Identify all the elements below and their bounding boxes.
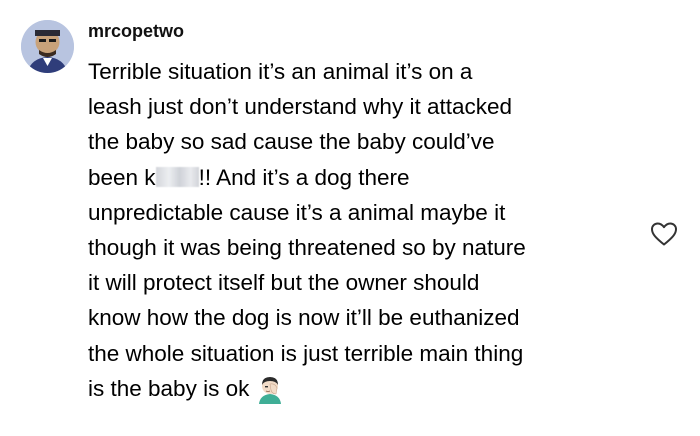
- comment-line: unpredictable cause it’s a animal maybe …: [88, 199, 506, 225]
- comment-line: the whole situation is just terrible mai…: [88, 340, 524, 366]
- comment-text-segment: is the baby is ok: [88, 375, 250, 401]
- avatar-image: [21, 20, 74, 73]
- comment-text-segment: been k: [88, 164, 156, 190]
- comment-text-segment: !! And it’s a dog there: [198, 164, 410, 190]
- comment-line: though it was being threatened so by nat…: [88, 235, 526, 261]
- comment-line: Terrible situation it’s an animal it’s o…: [88, 59, 473, 84]
- comment-line: been k !! And it’s a dog there: [88, 160, 648, 195]
- comment-line: know how the dog is now it’ll be euthani…: [88, 305, 520, 331]
- avatar[interactable]: [21, 20, 74, 73]
- like-button[interactable]: [650, 221, 678, 247]
- heart-outline-icon: [651, 222, 677, 246]
- face-palm-emoji-icon: [255, 374, 285, 414]
- comment-text: Terrible situation it’s an animal it’s o…: [88, 54, 648, 414]
- redacted-word: [155, 166, 199, 187]
- comment-line: is the baby is ok: [88, 371, 648, 414]
- comment-line: leash just don’t understand why it attac…: [88, 94, 513, 120]
- comment-line: it will protect itself but the owner sho…: [88, 270, 480, 296]
- comment-line: the baby so sad cause the baby could’ve: [88, 129, 495, 155]
- username[interactable]: mrcopetwo: [88, 21, 184, 42]
